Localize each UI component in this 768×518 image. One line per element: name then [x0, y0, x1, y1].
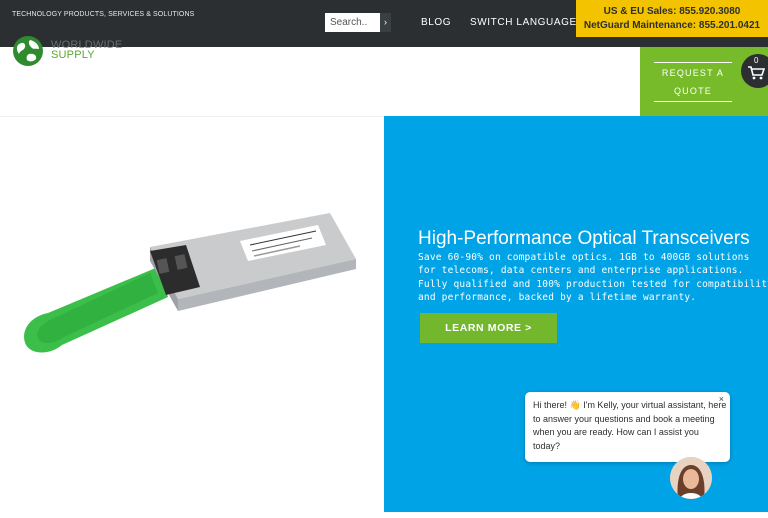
learn-more-button[interactable]: LEARN MORE > [420, 313, 557, 343]
hero-title: High-Performance Optical Transceivers [418, 228, 750, 249]
optical-transceiver-image [24, 213, 356, 353]
search-submit-button[interactable]: › [380, 13, 391, 32]
quote-line-1: REQUEST A [661, 68, 725, 78]
chat-message-line: when you are ready. How can I assist you [533, 427, 699, 437]
request-quote-button[interactable]: REQUEST A QUOTE [654, 62, 732, 102]
cart-button[interactable]: 0 [741, 54, 768, 88]
logo-line-1: WORLDWIDE [51, 39, 123, 51]
logo[interactable]: WORLDWIDE SUPPLY [12, 35, 142, 71]
nav-switch-language[interactable]: SWITCH LANGUAGE [470, 17, 577, 28]
chat-message-line: Hi there! 👋 I'm Kelly, your virtual assi… [533, 400, 727, 410]
hero-description-line: Fully qualified and 100% production test… [418, 278, 768, 290]
logo-line-2: SUPPLY [51, 49, 95, 61]
chat-message-line: today? [533, 440, 561, 451]
hero-description-line: and performance, backed by a lifetime wa… [418, 292, 697, 304]
search-input[interactable] [325, 13, 380, 32]
chat-message: Hi there! 👋 I'm Kelly, your virtual assi… [533, 399, 727, 453]
search-box: › [325, 13, 391, 32]
phone-banner: US & EU Sales: 855.920.3080 NetGuard Mai… [576, 0, 768, 37]
tagline: TECHNOLOGY PRODUCTS, SERVICES & SOLUTION… [12, 11, 195, 18]
hero-description-line: Save 60-90% on compatible optics. 1GB to… [418, 252, 750, 263]
cart-count: 0 [754, 56, 759, 65]
close-icon[interactable]: × [719, 394, 724, 404]
sales-phone[interactable]: US & EU Sales: 855.920.3080 [576, 5, 768, 19]
hero-description: Save 60-90% on compatible optics. 1GB to… [418, 251, 768, 305]
chat-message-line: to answer your questions and book a meet… [533, 413, 715, 424]
globe-icon [13, 36, 43, 66]
nav-blog[interactable]: BLOG [421, 17, 451, 28]
quote-line-2: QUOTE [673, 86, 712, 96]
hero-description-line: for telecoms, data centers and enterpris… [418, 265, 744, 277]
avatar-icon [670, 457, 712, 499]
maintenance-phone[interactable]: NetGuard Maintenance: 855.201.0421 [576, 19, 768, 33]
logo-text: WORLDWIDE SUPPLY [51, 39, 123, 61]
hero-image-panel [0, 116, 384, 512]
chat-avatar[interactable] [670, 457, 712, 499]
chat-popup[interactable]: × Hi there! 👋 I'm Kelly, your virtual as… [525, 392, 730, 462]
cart-icon [748, 66, 765, 80]
